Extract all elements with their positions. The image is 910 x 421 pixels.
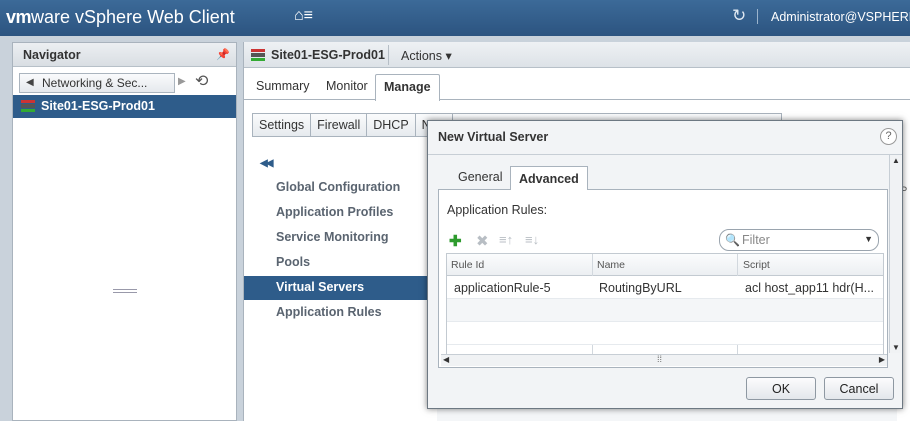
dialog-title: New Virtual Server xyxy=(438,130,549,144)
navigator-back-breadcrumb[interactable]: ◀ Networking & Sec... xyxy=(19,73,175,93)
subtab-dhcp[interactable]: DHCP xyxy=(366,113,416,137)
brand-ware: ware xyxy=(31,7,71,27)
vertical-scrollbar[interactable]: ▲ ▼ xyxy=(889,155,901,353)
lb-application-profiles[interactable]: Application Profiles xyxy=(244,201,428,225)
new-virtual-server-dialog: New Virtual Server ? General Advanced Ap… xyxy=(427,120,903,409)
filter-input[interactable]: 🔍 Filter ▼ xyxy=(719,229,879,251)
row-script: acl host_app11 hdr(H... xyxy=(745,281,875,295)
delete-icon[interactable]: ✖ xyxy=(476,232,489,250)
application-rules-grid: Rule Id Name Script applicationRule-5 Ro… xyxy=(446,253,884,355)
dialog-divider xyxy=(428,154,902,155)
tab-general[interactable]: General xyxy=(458,170,502,184)
pin-icon[interactable]: 📌 xyxy=(216,48,230,61)
back-arrow-icon: ◀ xyxy=(26,77,34,88)
header-divider xyxy=(757,9,758,24)
edge-gateway-icon xyxy=(251,49,265,61)
scroll-down-icon[interactable]: ▼ xyxy=(892,343,900,352)
lb-service-monitoring[interactable]: Service Monitoring xyxy=(244,226,428,250)
object-tabs: Summary Monitor Manage xyxy=(244,74,910,101)
header-divider xyxy=(388,45,389,65)
tab-advanced[interactable]: Advanced xyxy=(510,166,588,191)
cancel-button[interactable]: Cancel xyxy=(824,377,894,400)
tab-monitor[interactable]: Monitor xyxy=(326,79,368,93)
lb-application-rules[interactable]: Application Rules xyxy=(244,301,428,325)
tab-manage[interactable]: Manage xyxy=(375,74,440,101)
application-rules-label: Application Rules: xyxy=(447,203,548,217)
refresh-icon[interactable]: ↻ xyxy=(732,6,746,26)
scroll-up-icon[interactable]: ▲ xyxy=(892,156,900,165)
search-icon: 🔍 xyxy=(725,233,740,247)
vsphere-logo[interactable]: vmware vSphere Web Client xyxy=(6,7,235,28)
lb-global-configuration[interactable]: Global Configuration xyxy=(244,176,428,200)
history-icon[interactable]: ⟲ xyxy=(195,71,208,91)
object-header: Site01-ESG-Prod01 Actions ▾ xyxy=(244,42,910,68)
column-rule-id[interactable]: Rule Id xyxy=(451,259,484,271)
filter-dropdown-icon[interactable]: ▼ xyxy=(864,234,873,244)
edge-gateway-icon xyxy=(21,100,35,112)
user-menu[interactable]: Administrator@VSPHERE xyxy=(771,10,910,24)
panel-splitter-handle[interactable] xyxy=(113,289,137,293)
scroll-grip-icon[interactable]: ⁞⁞ xyxy=(657,354,662,364)
table-row-empty xyxy=(447,322,883,345)
filter-placeholder: Filter xyxy=(742,233,770,247)
row-name: RoutingByURL xyxy=(599,281,682,295)
navigator-item-label: Site01-ESG-Prod01 xyxy=(41,99,155,113)
breadcrumb-label: Networking & Sec... xyxy=(42,76,148,90)
navigator-item-esg[interactable]: Site01-ESG-Prod01 xyxy=(13,95,236,118)
add-icon[interactable]: ✚ xyxy=(449,232,462,250)
navigator-title: Navigator xyxy=(13,43,236,67)
brand-product: vSphere Web Client xyxy=(70,7,235,27)
lb-pools[interactable]: Pools xyxy=(244,251,428,275)
tab-summary[interactable]: Summary xyxy=(256,79,309,93)
help-icon[interactable]: ? xyxy=(880,128,897,145)
lb-virtual-servers[interactable]: Virtual Servers xyxy=(244,276,428,300)
subtab-firewall[interactable]: Firewall xyxy=(310,113,368,137)
column-name[interactable]: Name xyxy=(597,259,625,271)
table-row-empty xyxy=(447,299,883,322)
column-script[interactable]: Script xyxy=(743,259,770,271)
home-menu-icon[interactable]: ⌂≡ xyxy=(294,7,313,25)
move-down-icon[interactable]: ≡↓ xyxy=(525,232,539,247)
move-up-icon[interactable]: ≡↑ xyxy=(499,232,513,247)
advanced-tab-content: Application Rules: ✚ ✖ ≡↑ ≡↓ 🔍 Filter ▼ … xyxy=(438,190,888,368)
ok-button[interactable]: OK xyxy=(746,377,816,400)
collapse-sidebar-icon[interactable]: ◀◀ xyxy=(260,158,273,169)
grid-header: Rule Id Name Script xyxy=(447,254,883,276)
actions-menu-button[interactable]: Actions ▾ xyxy=(401,48,452,63)
scroll-right-icon[interactable]: ▶ xyxy=(879,355,885,364)
navigator-panel: Navigator 📌 ◀ Networking & Sec... ▶ ⟲ Si… xyxy=(12,42,237,421)
row-rule-id: applicationRule-5 xyxy=(454,281,551,295)
brand-vm: vm xyxy=(6,7,32,27)
scroll-left-icon[interactable]: ◀ xyxy=(443,355,449,364)
subtab-settings[interactable]: Settings xyxy=(252,113,312,137)
top-bar: vmware vSphere Web Client ⌂≡ ↻ Administr… xyxy=(0,0,910,36)
dialog-tabs: General Advanced xyxy=(438,166,888,191)
horizontal-scrollbar[interactable]: ◀ ⁞⁞ ▶ xyxy=(441,354,887,366)
object-title: Site01-ESG-Prod01 xyxy=(271,48,385,62)
forward-arrow-icon[interactable]: ▶ xyxy=(178,73,192,93)
table-row[interactable]: applicationRule-5 RoutingByURL acl host_… xyxy=(447,276,883,299)
